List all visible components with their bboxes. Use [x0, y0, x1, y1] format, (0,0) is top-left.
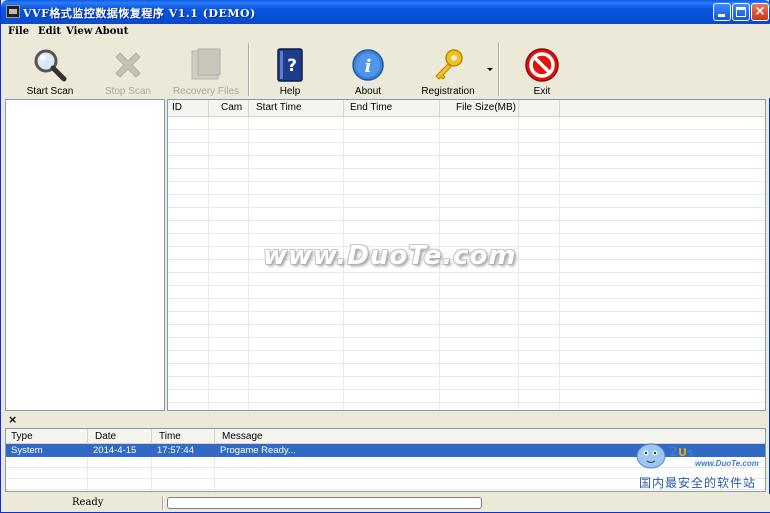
app-icon	[6, 5, 20, 18]
minimize-button[interactable]	[713, 3, 731, 21]
stop-scan-button[interactable]: Stop Scan	[93, 41, 163, 98]
grid-column-line	[559, 117, 560, 410]
magnifier-icon	[34, 49, 67, 82]
help-book-icon: ?	[277, 48, 303, 82]
duote-logo: 2 U S www.DuoTe.com 国内最安全的软件站	[629, 434, 769, 494]
svg-text:S: S	[687, 449, 693, 459]
log-cell-message: Progame Ready...	[220, 445, 296, 456]
log-column-line	[87, 457, 88, 491]
registration-label: Registration	[421, 86, 475, 97]
registration-button[interactable]: Registration	[413, 41, 483, 98]
status-separator	[162, 496, 164, 510]
duote-mascot-icon: 2 U S	[636, 443, 693, 469]
exit-button[interactable]: Exit	[507, 41, 577, 98]
column-header-extra[interactable]	[519, 100, 560, 117]
title-bar[interactable]: VVF格式监控数据恢复程序 V1.1 (DEMO) ×	[1, 0, 770, 24]
grid-column-line	[518, 117, 519, 410]
key-icon	[435, 49, 463, 80]
log-column-time[interactable]: Time	[152, 429, 215, 444]
toolbar: Start Scan Stop Scan Recovery Files ? He…	[2, 41, 770, 98]
info-icon: i	[352, 49, 384, 81]
log-column-line	[151, 457, 152, 491]
menu-about[interactable]: About	[95, 26, 128, 37]
logo-slogan-text: 国内最安全的软件站	[639, 476, 757, 490]
column-header-end-time[interactable]: End Time	[344, 100, 440, 117]
toolbar-separator	[248, 43, 250, 96]
log-column-date[interactable]: Date	[88, 429, 152, 444]
svg-text:i: i	[365, 56, 372, 77]
column-header-id[interactable]: ID	[168, 100, 209, 117]
recovery-files-label: Recovery Files	[172, 86, 240, 97]
column-header-start-time[interactable]: Start Time	[249, 100, 344, 117]
start-scan-button[interactable]: Start Scan	[15, 41, 85, 98]
exit-icon	[525, 48, 559, 82]
recovery-files-button[interactable]: Recovery Files	[171, 41, 241, 98]
log-close-icon[interactable]: ×	[8, 413, 17, 426]
stop-scan-label: Stop Scan	[104, 86, 152, 97]
menu-view[interactable]: View	[66, 26, 92, 37]
column-header-cam[interactable]: Cam	[209, 100, 249, 117]
close-icon: ×	[754, 4, 766, 19]
svg-text:?: ?	[287, 56, 297, 76]
minimize-icon	[718, 14, 725, 17]
grid-column-line	[208, 117, 209, 410]
watermark: www.DuoTe.com	[263, 241, 517, 271]
log-column-type[interactable]: Type	[6, 429, 88, 444]
help-button[interactable]: ? Help	[255, 41, 325, 98]
log-column-line	[214, 457, 215, 491]
about-button[interactable]: i About	[333, 41, 403, 98]
status-text: Ready	[72, 497, 104, 508]
grid-column-line	[248, 117, 249, 410]
maximize-button[interactable]	[732, 3, 750, 21]
svg-text:U: U	[678, 446, 687, 459]
logo-site-text: www.DuoTe.com	[695, 459, 759, 468]
menu-file[interactable]: File	[8, 26, 29, 37]
log-cell-time: 17:57:44	[157, 445, 194, 456]
exit-label: Exit	[533, 86, 551, 97]
close-button[interactable]: ×	[751, 3, 769, 21]
about-label: About	[354, 86, 382, 97]
window-title: VVF格式监控数据恢复程序 V1.1 (DEMO)	[23, 7, 256, 20]
app-window: VVF格式监控数据恢复程序 V1.1 (DEMO) × File Edit Vi…	[0, 0, 770, 513]
channel-tree-pane[interactable]	[5, 99, 165, 411]
menu-bar: File Edit View About	[2, 24, 770, 41]
start-scan-label: Start Scan	[26, 86, 74, 97]
maximize-icon	[736, 7, 746, 17]
menu-edit[interactable]: Edit	[38, 26, 61, 37]
stop-x-icon	[115, 52, 141, 78]
svg-text:2: 2	[669, 445, 678, 460]
registration-dropdown-icon[interactable]	[487, 68, 493, 71]
status-bar: Ready	[2, 494, 770, 512]
column-header-file-size[interactable]: File Size(MB)	[440, 100, 519, 117]
grid-header: ID Cam Start Time End Time File Size(MB)	[168, 100, 765, 117]
progress-bar	[167, 497, 482, 509]
log-cell-date: 2014-4-15	[93, 445, 137, 456]
log-cell-type: System	[11, 445, 43, 456]
help-label: Help	[279, 86, 301, 97]
recover-icon	[191, 48, 221, 80]
toolbar-separator	[498, 43, 500, 96]
